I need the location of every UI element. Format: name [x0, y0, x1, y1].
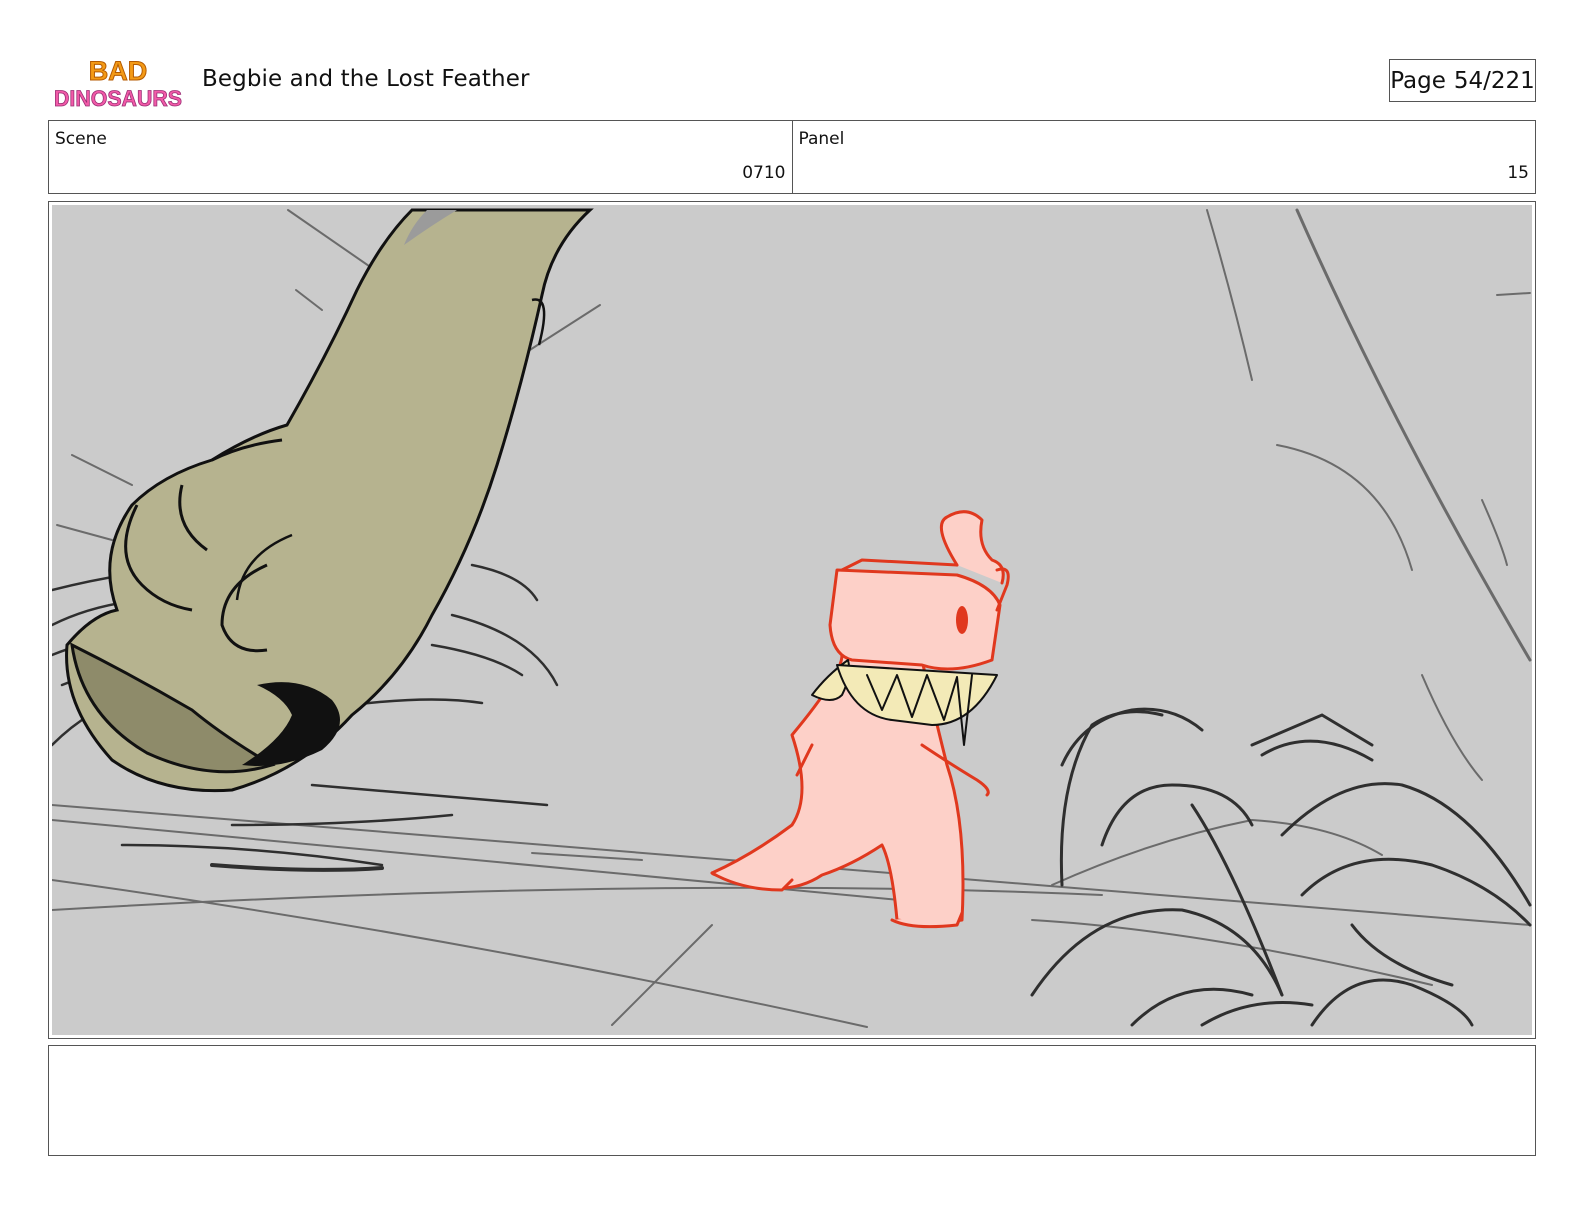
- panel-notes-box: [48, 1045, 1536, 1156]
- page-label: Page: [1390, 67, 1446, 94]
- panel-cell: Panel 15: [791, 121, 1536, 193]
- logo-text-bottom: DINOSAURS: [54, 86, 182, 111]
- document-title: Begbie and the Lost Feather: [202, 66, 530, 92]
- panel-label: Panel: [798, 129, 845, 149]
- scene-label: Scene: [55, 129, 107, 149]
- logo-text-top: BAD: [89, 56, 148, 86]
- storyboard-frame: [48, 201, 1536, 1039]
- page-indicator: Page 54/221: [1389, 59, 1536, 102]
- scene-panel-info: Scene 0710 Panel 15: [48, 120, 1536, 194]
- bad-dinosaurs-logo: BAD DINOSAURS: [54, 56, 183, 112]
- storyboard-drawing: [52, 205, 1532, 1035]
- scene-cell: Scene 0710: [49, 121, 792, 193]
- scene-number: 0710: [742, 163, 786, 183]
- page-number: 54/221: [1453, 67, 1535, 94]
- panel-number: 15: [1507, 163, 1529, 183]
